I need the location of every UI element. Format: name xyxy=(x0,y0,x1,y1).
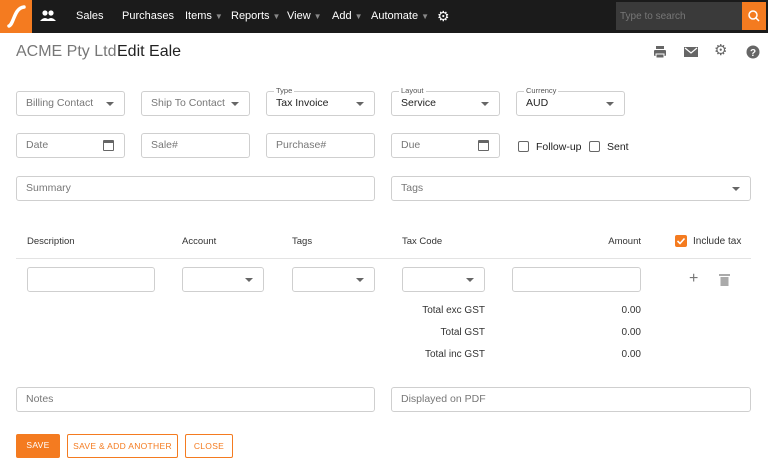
field-label: Currency xyxy=(524,86,558,96)
nav-label: Automate xyxy=(371,10,418,22)
field-placeholder: Purchase# xyxy=(276,139,326,151)
page-title: Edit Eale xyxy=(117,43,181,61)
nav-view[interactable]: View▼ xyxy=(287,0,322,33)
type-select[interactable]: TypeTax Invoice xyxy=(266,91,375,116)
nav-label: Sales xyxy=(76,10,104,22)
col-tax-code: Tax Code xyxy=(402,236,442,247)
col-tags: Tags xyxy=(292,236,312,247)
nav-label: Purchases xyxy=(122,10,174,22)
follow-up-label: Follow-up xyxy=(536,141,582,153)
purchase-number-input[interactable]: Purchase# xyxy=(266,133,375,158)
nav-label: View xyxy=(287,10,311,22)
settings-gear-icon[interactable]: ⚙ xyxy=(437,0,450,33)
divider xyxy=(16,258,751,259)
app-logo[interactable] xyxy=(0,0,32,33)
field-placeholder: Tags xyxy=(401,182,423,194)
field-placeholder: Due xyxy=(401,139,420,151)
col-description: Description xyxy=(27,236,75,247)
caret-down-icon: ▼ xyxy=(355,12,363,21)
caret-down-icon: ▼ xyxy=(215,12,223,21)
close-button[interactable]: CLOSE xyxy=(185,434,233,458)
nav-items[interactable]: Items▼ xyxy=(185,0,223,33)
nav-purchases[interactable]: Purchases xyxy=(122,0,174,33)
date-input[interactable]: Date xyxy=(16,133,125,158)
sent-label: Sent xyxy=(607,141,629,153)
search-button[interactable] xyxy=(742,2,766,30)
line-tax-code-select[interactable] xyxy=(402,267,485,292)
settings-icon[interactable]: ⚙ xyxy=(714,41,730,57)
field-value: AUD xyxy=(526,97,548,109)
caret-down-icon: ▼ xyxy=(421,12,429,21)
total-exc-gst-label: Total exc GST xyxy=(380,305,485,316)
sent-checkbox[interactable] xyxy=(589,141,600,152)
email-icon[interactable] xyxy=(684,45,700,61)
save-button[interactable]: SAVE xyxy=(16,434,60,458)
search-input[interactable] xyxy=(616,2,742,30)
total-inc-gst-label: Total inc GST xyxy=(380,349,485,360)
tags-select[interactable]: Tags xyxy=(391,176,751,201)
col-account: Account xyxy=(182,236,216,247)
total-exc-gst-value: 0.00 xyxy=(560,305,641,316)
nav-reports[interactable]: Reports▼ xyxy=(231,0,280,33)
check-icon xyxy=(675,235,687,247)
currency-select[interactable]: CurrencyAUD xyxy=(516,91,625,116)
field-placeholder: Notes xyxy=(26,393,53,405)
nav-label: Reports xyxy=(231,10,270,22)
field-label: Type xyxy=(274,86,294,96)
include-tax-checkbox[interactable] xyxy=(675,235,687,247)
field-value: Tax Invoice xyxy=(276,97,329,109)
field-placeholder: Summary xyxy=(26,182,71,194)
print-icon[interactable] xyxy=(653,45,669,61)
due-date-input[interactable]: Due xyxy=(391,133,500,158)
total-gst-value: 0.00 xyxy=(560,327,641,338)
total-gst-label: Total GST xyxy=(380,327,485,338)
field-placeholder: Displayed on PDF xyxy=(401,393,486,405)
nav-sales[interactable]: Sales xyxy=(76,0,104,33)
caret-down-icon: ▼ xyxy=(314,12,322,21)
include-tax-label: Include tax xyxy=(693,236,741,247)
add-line-icon[interactable]: + xyxy=(689,270,698,288)
line-tags-select[interactable] xyxy=(292,267,375,292)
displayed-on-pdf-input[interactable]: Displayed on PDF xyxy=(391,387,751,412)
nav-label: Add xyxy=(332,10,352,22)
field-placeholder: Date xyxy=(26,139,48,151)
nav-add[interactable]: Add▼ xyxy=(332,0,363,33)
field-placeholder: Billing Contact xyxy=(26,97,93,109)
line-description-input[interactable] xyxy=(27,267,155,292)
total-inc-gst-value: 0.00 xyxy=(560,349,641,360)
sale-number-input[interactable]: Sale# xyxy=(141,133,250,158)
field-label: Layout xyxy=(399,86,426,96)
calendar-icon[interactable] xyxy=(478,140,489,151)
calendar-icon[interactable] xyxy=(103,140,114,151)
nav-automate[interactable]: Automate▼ xyxy=(371,0,429,33)
line-amount-input[interactable] xyxy=(512,267,641,292)
billing-contact-select[interactable]: Billing Contact xyxy=(16,91,125,116)
field-placeholder: Ship To Contact xyxy=(151,97,225,109)
layout-select[interactable]: LayoutService xyxy=(391,91,500,116)
help-icon[interactable]: ? xyxy=(746,45,762,61)
company-name: ACME Pty Ltd xyxy=(16,43,116,61)
col-amount: Amount xyxy=(560,236,641,247)
search-icon xyxy=(742,2,766,30)
field-placeholder: Sale# xyxy=(151,139,178,151)
summary-input[interactable]: Summary xyxy=(16,176,375,201)
follow-up-checkbox[interactable] xyxy=(518,141,529,152)
contacts-icon[interactable] xyxy=(40,9,56,26)
line-account-select[interactable] xyxy=(182,267,264,292)
ship-to-contact-select[interactable]: Ship To Contact xyxy=(141,91,250,116)
save-and-add-another-button[interactable]: SAVE & ADD ANOTHER xyxy=(67,434,178,458)
field-value: Service xyxy=(401,97,436,109)
delete-line-icon[interactable] xyxy=(719,273,730,289)
caret-down-icon: ▼ xyxy=(273,12,281,21)
nav-label: Items xyxy=(185,10,212,22)
notes-input[interactable]: Notes xyxy=(16,387,375,412)
svg-text:?: ? xyxy=(750,48,756,59)
